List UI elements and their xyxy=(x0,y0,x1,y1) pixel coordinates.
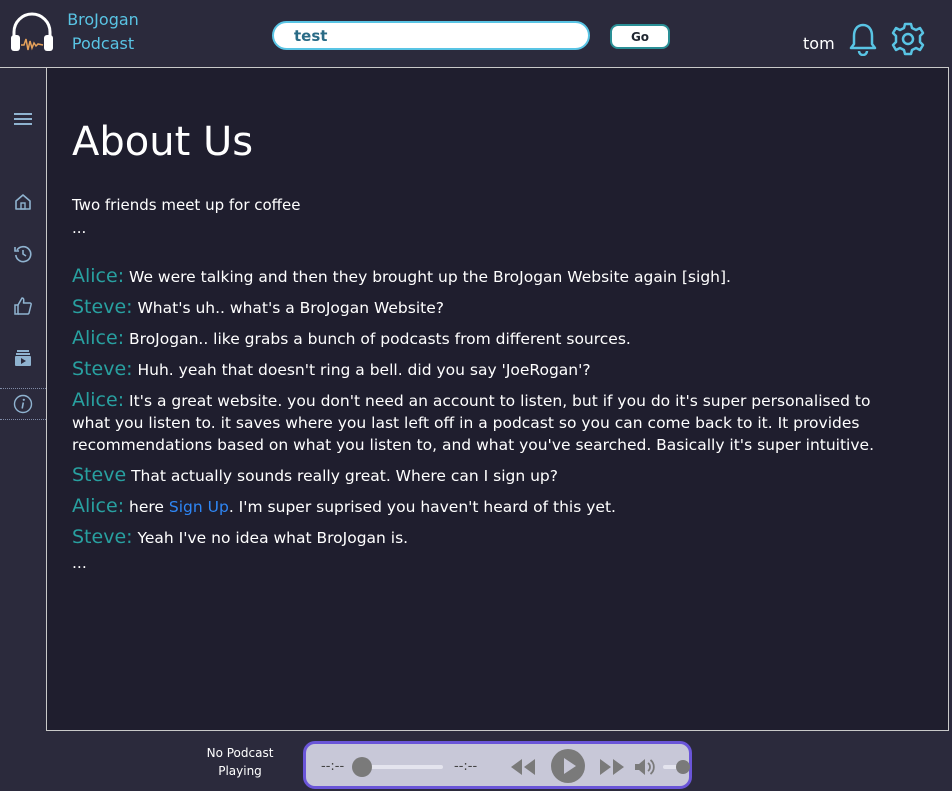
now-playing-line2: Playing xyxy=(218,764,262,778)
dialogue-line: Alice: here Sign Up. I'm super suprised … xyxy=(72,495,902,518)
sidebar xyxy=(0,67,47,731)
subscriptions-icon xyxy=(15,350,31,366)
sidebar-item-menu[interactable] xyxy=(0,103,46,135)
volume-icon[interactable] xyxy=(633,756,657,778)
dialogue-text: We were talking and then they brought up… xyxy=(129,268,731,286)
audio-player: --:-- --:-- xyxy=(303,741,692,789)
sidebar-item-subscriptions[interactable] xyxy=(0,342,46,374)
sidebar-item-home[interactable] xyxy=(0,186,46,218)
brand-line2: Podcast xyxy=(71,34,135,53)
dialogue-text: What's uh.. what's a BroJogan Website? xyxy=(137,299,444,317)
dialogue-line: Steve: Yeah I've no idea what BroJogan i… xyxy=(72,526,902,549)
dialogue: Alice: We were talking and then they bro… xyxy=(72,265,902,574)
fast-forward-icon[interactable] xyxy=(598,757,626,777)
dialogue-text: That actually sounds really great. Where… xyxy=(131,467,558,485)
total-time: --:-- xyxy=(454,759,478,774)
brand-name[interactable]: BroJogan Podcast xyxy=(62,8,144,56)
now-playing-status: No Podcast Playing xyxy=(195,744,285,780)
header: BroJogan Podcast Go tom xyxy=(0,0,952,67)
current-time: --:-- xyxy=(321,759,345,774)
dialogue-line: Alice: BroJogan.. like grabs a bunch of … xyxy=(72,327,902,350)
dialogue-line: Steve: Huh. yeah that doesn't ring a bel… xyxy=(72,358,902,381)
page-title: About Us xyxy=(72,119,254,165)
dialogue-text: . I'm super suprised you haven't heard o… xyxy=(228,498,616,516)
speaker-name: Steve: xyxy=(72,358,133,380)
gear-icon[interactable] xyxy=(891,22,925,56)
volume-thumb[interactable] xyxy=(676,760,690,774)
speaker-name: Alice: xyxy=(72,495,125,517)
sidebar-item-about[interactable] xyxy=(0,388,46,420)
sign-up-link[interactable]: Sign Up xyxy=(169,498,229,516)
username[interactable]: tom xyxy=(803,34,835,53)
now-playing-line1: No Podcast xyxy=(206,746,274,760)
play-button-icon[interactable] xyxy=(550,748,586,784)
main-content: About Us Two friends meet up for coffee … xyxy=(47,67,949,731)
dialogue-text: here xyxy=(129,498,164,516)
intro: Two friends meet up for coffee ... xyxy=(72,194,300,240)
ending-ellipsis: ... xyxy=(72,554,87,572)
sidebar-item-history[interactable] xyxy=(0,238,46,270)
info-icon xyxy=(13,394,33,414)
go-button[interactable]: Go xyxy=(610,24,670,49)
rewind-icon[interactable] xyxy=(509,757,537,777)
speaker-name: Alice: xyxy=(72,327,125,349)
speaker-name: Alice: xyxy=(72,389,125,411)
menu-icon xyxy=(14,113,32,125)
thumbs-up-icon xyxy=(14,297,32,315)
speaker-name: Steve xyxy=(72,464,127,486)
search-input[interactable] xyxy=(272,21,590,50)
dialogue-line: Steve: What's uh.. what's a BroJogan Web… xyxy=(72,296,902,319)
seek-thumb[interactable] xyxy=(352,757,372,777)
intro-text: Two friends meet up for coffee xyxy=(72,196,301,214)
home-icon xyxy=(15,194,31,210)
dialogue-line: Alice: It's a great website. you don't n… xyxy=(72,389,902,456)
speaker-name: Alice: xyxy=(72,265,125,287)
headphones-logo-icon xyxy=(11,12,53,51)
seek-bar[interactable] xyxy=(363,765,443,769)
sidebar-item-liked[interactable] xyxy=(0,290,46,322)
history-icon xyxy=(14,245,32,263)
speaker-name: Steve: xyxy=(72,526,133,548)
dialogue-text: BroJogan.. like grabs a bunch of podcast… xyxy=(129,330,631,348)
dialogue-text: Huh. yeah that doesn't ring a bell. did … xyxy=(137,361,591,379)
dialogue-text: It's a great website. you don't need an … xyxy=(72,392,874,454)
speaker-name: Steve: xyxy=(72,296,133,318)
intro-ellipsis: ... xyxy=(72,219,87,237)
dialogue-text: Yeah I've no idea what BroJogan is. xyxy=(137,529,409,547)
bell-icon[interactable] xyxy=(848,22,878,56)
brand-line1: BroJogan xyxy=(67,10,139,29)
dialogue-line: Steve That actually sounds really great.… xyxy=(72,464,902,487)
dialogue-line: Alice: We were talking and then they bro… xyxy=(72,265,902,288)
footer-player-bar: No Podcast Playing --:-- --:-- xyxy=(0,731,952,791)
